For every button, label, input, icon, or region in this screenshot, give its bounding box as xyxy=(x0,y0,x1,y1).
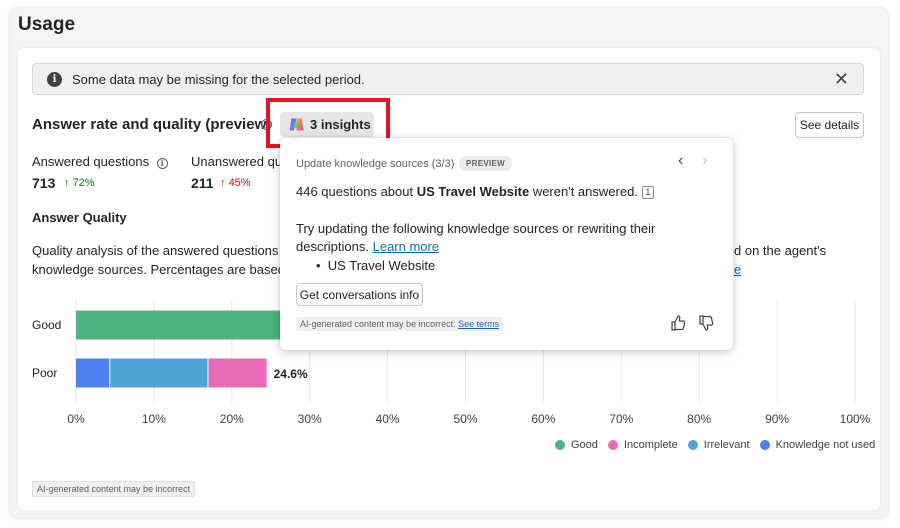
category-label: Poor xyxy=(32,366,57,380)
x-tick-label: 50% xyxy=(453,412,477,426)
legend-dot xyxy=(759,440,770,450)
chevron-right-icon[interactable]: › xyxy=(702,152,707,170)
x-tick-label: 10% xyxy=(142,412,166,426)
popup-suggestion: Try updating the following knowledge sou… xyxy=(296,221,656,236)
legend-item[interactable]: Knowledge not used xyxy=(759,439,876,451)
legend-item[interactable]: Irrelevant xyxy=(687,439,750,451)
category-label: Good xyxy=(32,318,61,332)
learn-more-link[interactable]: Learn more xyxy=(373,239,439,254)
chart-legend: Good Incomplete Irrelevant Knowledge not us… xyxy=(555,439,885,451)
legend-dot xyxy=(687,440,698,450)
bullet-icon: • xyxy=(316,258,321,273)
popup-summary: 446 questions about US Travel Website we… xyxy=(296,184,654,199)
citation-badge[interactable]: 1 xyxy=(641,185,654,199)
chevron-left-icon[interactable]: ‹ xyxy=(678,152,683,170)
popup-header: Update knowledge sources (3/3) xyxy=(296,158,455,170)
bar-segment xyxy=(76,358,110,388)
x-tick-label: 100% xyxy=(840,412,871,426)
legend-label: Good xyxy=(571,439,598,451)
legend-label: Incomplete xyxy=(623,439,678,451)
legend-dot xyxy=(607,440,618,450)
insights-popup: Update knowledge sources (3/3) PREVIEW ‹… xyxy=(280,138,733,350)
bar-segment xyxy=(208,358,267,388)
get-conversations-button[interactable]: Get conversations info xyxy=(296,283,423,306)
bar-segment xyxy=(110,358,208,388)
see-terms-link[interactable]: See terms xyxy=(458,319,499,329)
x-tick-label: 60% xyxy=(531,412,555,426)
popup-ai-disclaimer: AI-generated content may be incorrect. S… xyxy=(296,317,504,331)
thumbs-down-icon[interactable] xyxy=(698,314,714,332)
knowledge-source-item: • US Travel Website xyxy=(316,258,436,273)
ai-disclaimer: AI-generated content may be incorrect xyxy=(32,481,196,497)
preview-badge: PREVIEW xyxy=(459,156,512,171)
legend-item[interactable]: Good xyxy=(555,439,598,451)
x-tick-label: 70% xyxy=(609,412,633,426)
x-tick-label: 0% xyxy=(67,412,85,426)
popup-suggestion-2: descriptions. Learn more xyxy=(296,239,440,254)
x-tick-label: 20% xyxy=(220,412,244,426)
x-tick-label: 30% xyxy=(298,412,322,426)
x-tick-label: 90% xyxy=(765,412,789,426)
legend-dot xyxy=(555,440,565,450)
legend-label: Knowledge not used xyxy=(775,439,876,451)
legend-label: Irrelevant xyxy=(703,439,750,451)
thumbs-up-icon[interactable] xyxy=(670,314,686,332)
data-label: 24.6% xyxy=(274,367,308,381)
x-tick-label: 40% xyxy=(376,412,400,426)
x-tick-label: 80% xyxy=(687,412,711,426)
legend-item[interactable]: Incomplete xyxy=(607,439,678,451)
